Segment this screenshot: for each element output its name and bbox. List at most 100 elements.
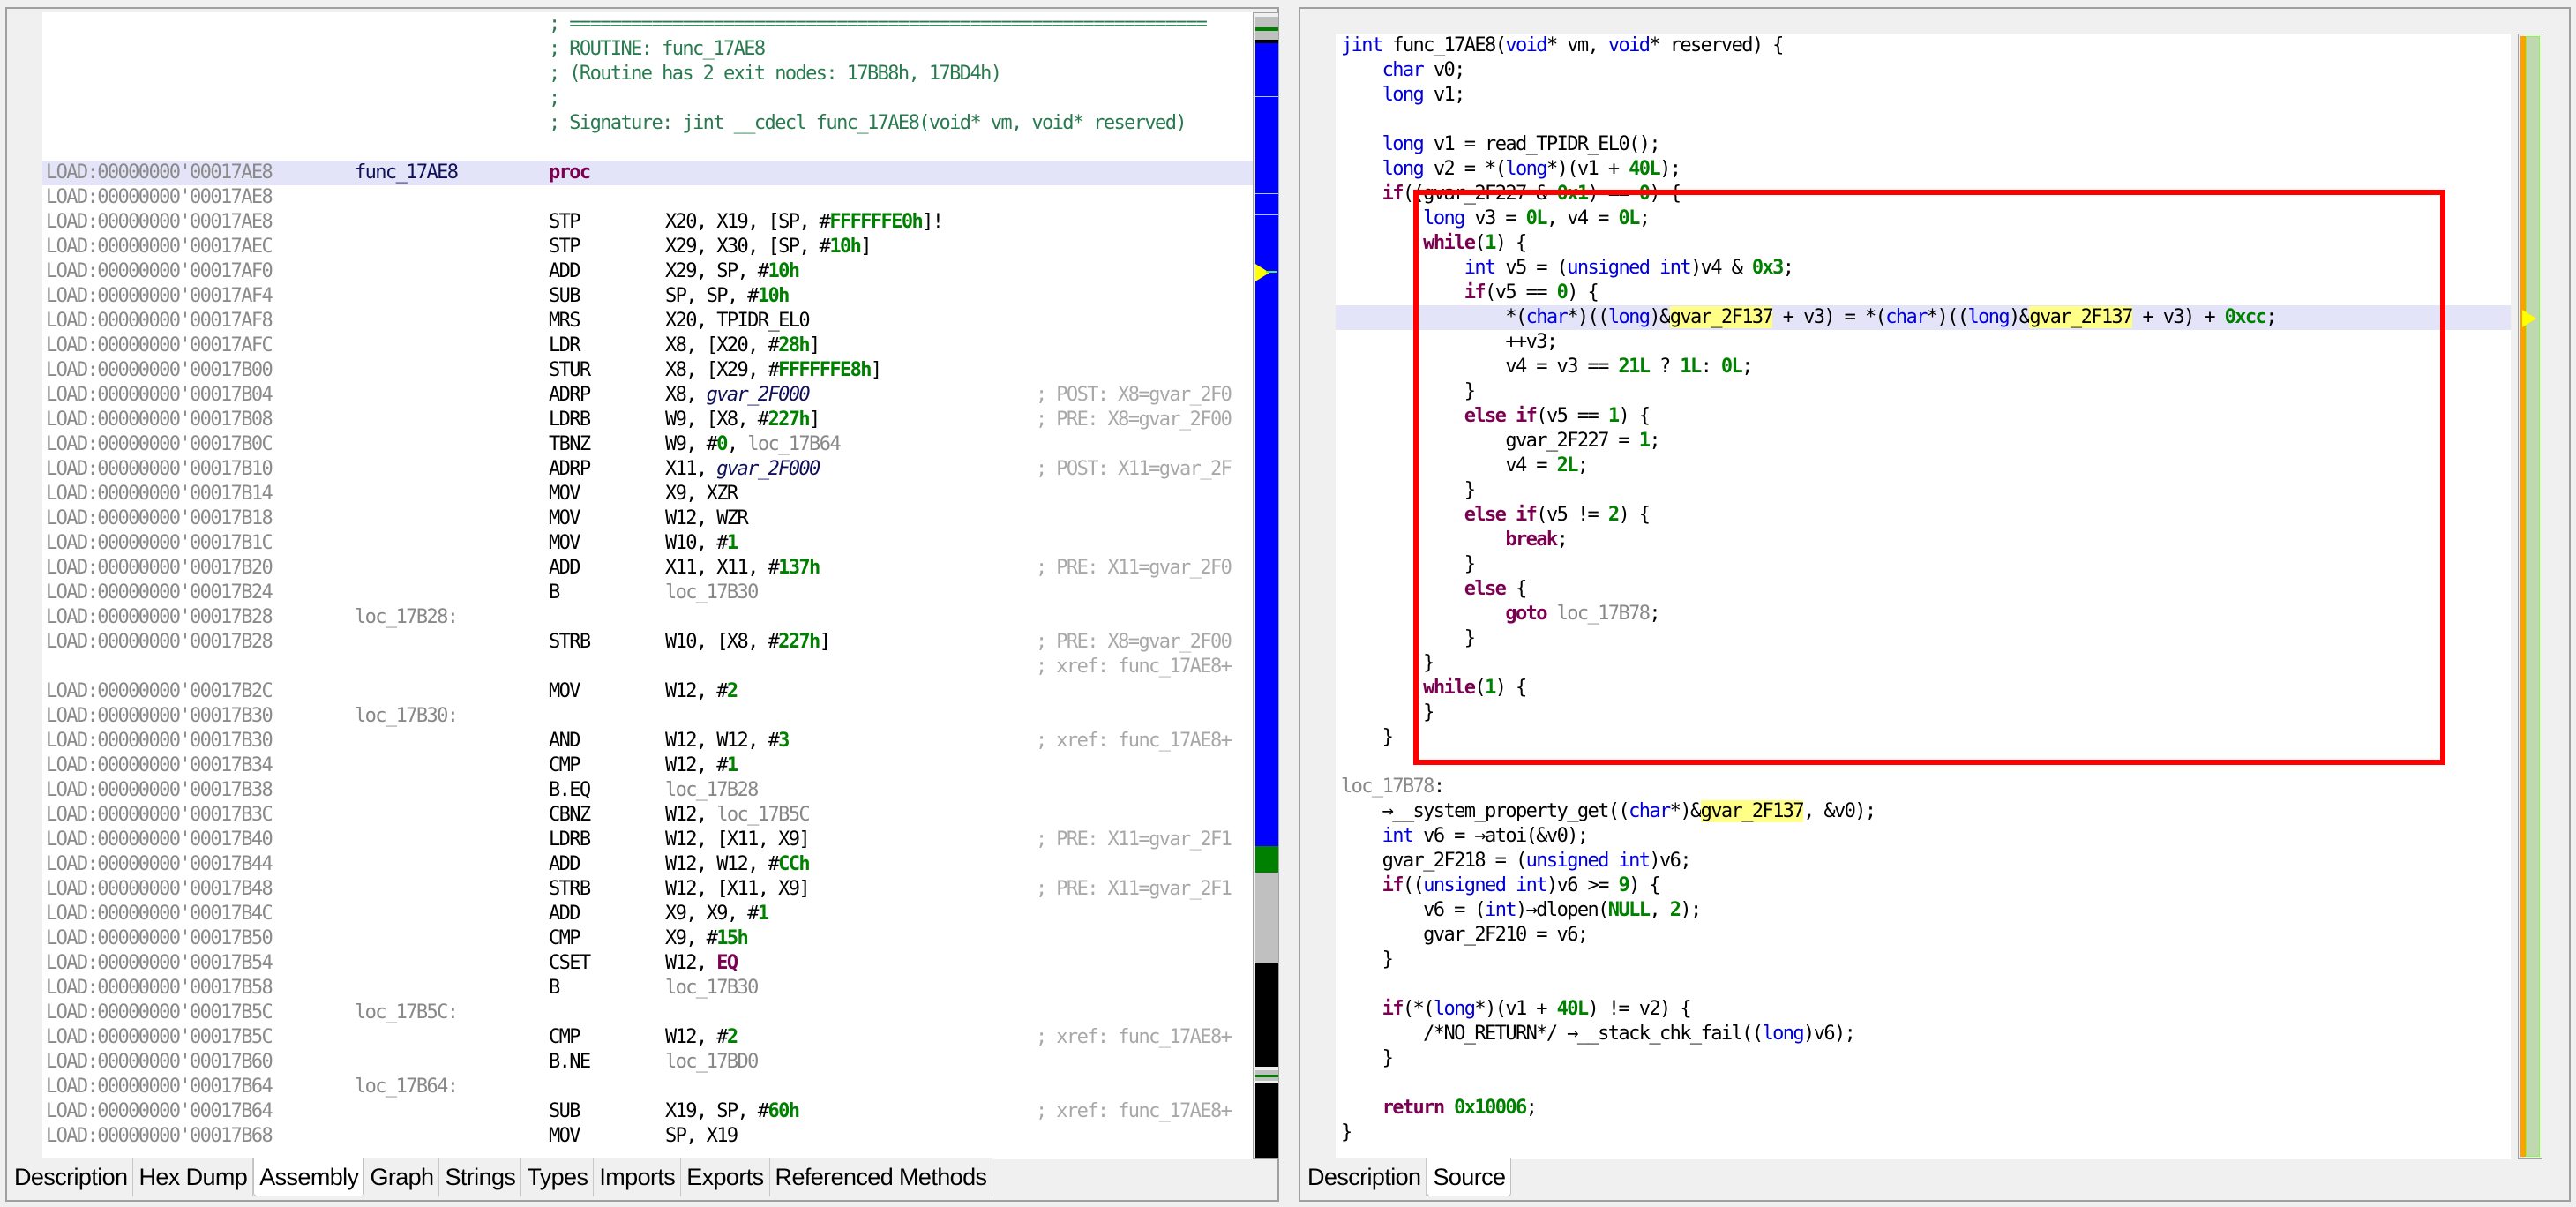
assembly-row[interactable]: LOAD:00000000'00017B0C TBNZ W9, #0, loc_17…	[42, 432, 1274, 457]
assembly-row[interactable]: LOAD:00000000'00017B48 STRB W12, [X11, X9]…	[42, 877, 1274, 902]
assembly-row[interactable]: LOAD:00000000'00017B30 AND W12, W12, #3 ; x…	[42, 729, 1274, 753]
assembly-row[interactable]: LOAD:00000000'00017AF8 MRS X20, TPIDR_EL0	[42, 309, 1274, 334]
assembly-row[interactable]: LOAD:00000000'00017B5C CMP W12, #2 ; xref: …	[42, 1025, 1274, 1050]
tab-source[interactable]: Source	[1427, 1158, 1512, 1196]
tab-imports[interactable]: Imports	[594, 1158, 682, 1196]
source-line[interactable]: ++v3;	[1336, 330, 2511, 355]
source-line[interactable]: }	[1336, 1121, 2511, 1145]
assembly-row[interactable]: LOAD:00000000'00017B64 SUB X19, SP, #60h ; …	[42, 1099, 1274, 1124]
assembly-row[interactable]: LOAD:00000000'00017B5C loc_17B5C:	[42, 1001, 1274, 1025]
source-line[interactable]: }	[1336, 626, 2511, 651]
operands[interactable]: X11, X11, #137h	[665, 556, 820, 581]
source-line[interactable]: long v1 = read_TPIDR_EL0();	[1336, 132, 2511, 157]
operands[interactable]: W12, WZR	[665, 506, 749, 531]
source-line[interactable]: else {	[1336, 577, 2511, 602]
source-line[interactable]: /*NO_RETURN*/ →__stack_chk_fail((long)v6…	[1336, 1022, 2511, 1046]
source-line[interactable]: gvar_2F218 = (unsigned int)v6;	[1336, 849, 2511, 873]
source-line[interactable]: *(char*)((long)&gvar_2F137 + v3) = *(cha…	[1336, 305, 2511, 330]
assembly-row[interactable]: LOAD:00000000'00017AF4 SUB SP, SP, #10h	[42, 284, 1274, 309]
label[interactable]: loc_17B5C:	[355, 1001, 459, 1025]
tab-types[interactable]: Types	[521, 1158, 595, 1196]
assembly-row[interactable]: LOAD:00000000'00017B00 STUR X8, [X29, #FFF…	[42, 358, 1274, 383]
source-line[interactable]: }	[1336, 948, 2511, 972]
operands[interactable]: loc_17B30	[665, 976, 759, 1001]
source-line[interactable]: }	[1336, 478, 2511, 503]
source-line[interactable]: v4 = v3 == 21L ? 1L: 0L;	[1336, 355, 2511, 379]
operands[interactable]: W12, [X11, X9]	[665, 877, 811, 902]
label[interactable]: loc_17B28:	[355, 605, 459, 630]
source-line[interactable]	[1336, 972, 2511, 997]
source-line[interactable]	[1336, 1071, 2511, 1096]
assembly-row[interactable]: LOAD:00000000'00017B40 LDRB W12, [X11, X9]…	[42, 828, 1274, 852]
operands[interactable]: W12, #2	[665, 679, 738, 704]
assembly-row[interactable]: LOAD:00000000'00017B50 CMP X9, #15h	[42, 926, 1274, 951]
label[interactable]: loc_17B64:	[355, 1075, 459, 1099]
assembly-row[interactable]: LOAD:00000000'00017B4C ADD X9, X9, #1	[42, 902, 1274, 926]
tab-description[interactable]: Description	[9, 1158, 134, 1196]
operands[interactable]: W12, loc_17B5C	[665, 803, 811, 828]
operands[interactable]: W12, W12, #CCh	[665, 852, 811, 877]
operands[interactable]: W10, [X8, #227h]	[665, 630, 831, 655]
operands[interactable]: SP, SP, #10h	[665, 284, 790, 309]
source-line[interactable]: if((gvar_2F227 & 0x1) == 0) {	[1336, 182, 2511, 206]
tab-assembly[interactable]: Assembly	[253, 1158, 365, 1196]
operands[interactable]: X8, [X29, #FFFFFFE8h]	[665, 358, 882, 383]
source-line[interactable]: break;	[1336, 528, 2511, 552]
operands[interactable]: W12, [X11, X9]	[665, 828, 811, 852]
source-line[interactable]: v4 = 2L;	[1336, 454, 2511, 478]
operands[interactable]: loc_17B28	[665, 778, 759, 803]
tab-graph[interactable]: Graph	[364, 1158, 440, 1196]
assembly-row[interactable]: LOAD:00000000'00017B18 MOV W12, WZR	[42, 506, 1274, 531]
operands[interactable]: W12, #1	[665, 753, 738, 778]
label[interactable]: loc_17B30:	[355, 704, 459, 729]
source-scrollbar[interactable]	[2518, 34, 2542, 1159]
assembly-row[interactable]: LOAD:00000000'00017AF0 ADD X29, SP, #10h	[42, 259, 1274, 284]
assembly-row[interactable]: LOAD:00000000'00017B10 ADRP X11, gvar_2F00…	[42, 457, 1274, 482]
source-line[interactable]: gvar_2F210 = v6;	[1336, 923, 2511, 948]
assembly-row[interactable]: LOAD:00000000'00017AE8 func_17AE8 proc	[42, 161, 1274, 185]
source-line[interactable]: int v5 = (unsigned int)v4 & 0x3;	[1336, 256, 2511, 281]
assembly-row[interactable]: LOAD:00000000'00017B3C CBNZ W12, loc_17B5C	[42, 803, 1274, 828]
operands[interactable]: X9, XZR	[665, 482, 738, 506]
scrollbar-thumb[interactable]	[2526, 36, 2540, 1157]
source-line[interactable]: }	[1336, 552, 2511, 577]
assembly-listing[interactable]: ; ======================================…	[42, 12, 1274, 1159]
assembly-row[interactable]: LOAD:00000000'00017B34 CMP W12, #1	[42, 753, 1274, 778]
source-line[interactable]: if(*(long*)(v1 + 40L) != v2) {	[1336, 997, 2511, 1022]
source-line[interactable]: long v2 = *(long*)(v1 + 40L);	[1336, 157, 2511, 182]
assembly-row[interactable]: LOAD:00000000'00017B64 loc_17B64:	[42, 1075, 1274, 1099]
current-position-marker-icon[interactable]	[1255, 264, 1269, 281]
operands[interactable]: X11, gvar_2F000	[665, 457, 820, 482]
assembly-row[interactable]: LOAD:00000000'00017AFC LDR X8, [X20, #28h]	[42, 334, 1274, 358]
operands[interactable]: SP, X19	[665, 1124, 738, 1149]
tab-strings[interactable]: Strings	[439, 1158, 522, 1196]
source-line[interactable]: while(1) {	[1336, 231, 2511, 256]
assembly-row[interactable]: LOAD:00000000'00017B08 LDRB W9, [X8, #227h…	[42, 408, 1274, 432]
source-line[interactable]: int v6 = →atoi(&v0);	[1336, 824, 2511, 849]
assembly-row[interactable]: LOAD:00000000'00017AEC STP X29, X30, [SP, …	[42, 235, 1274, 259]
source-line[interactable]: else if(v5 != 2) {	[1336, 503, 2511, 528]
assembly-row[interactable]: LOAD:00000000'00017B60 B.NE loc_17BD0	[42, 1050, 1274, 1075]
source-line[interactable]: while(1) {	[1336, 676, 2511, 701]
tab-exports[interactable]: Exports	[681, 1158, 770, 1196]
source-line[interactable]: goto loc_17B78;	[1336, 602, 2511, 626]
assembly-row[interactable]: ; xref: func_17AE8+	[42, 655, 1274, 679]
tab-description[interactable]: Description	[1302, 1158, 1427, 1196]
assembly-row[interactable]: LOAD:00000000'00017B44 ADD W12, W12, #CCh	[42, 852, 1274, 877]
operands[interactable]: X9, #15h	[665, 926, 749, 951]
operands[interactable]: X19, SP, #60h	[665, 1099, 800, 1124]
operands[interactable]: W10, #1	[665, 531, 738, 556]
operands[interactable]: W12, W12, #3	[665, 729, 790, 753]
assembly-row[interactable]: LOAD:00000000'00017B20 ADD X11, X11, #137h…	[42, 556, 1274, 581]
assembly-row[interactable]: LOAD:00000000'00017B58 Bloc_17B30	[42, 976, 1274, 1001]
assembly-row[interactable]: LOAD:00000000'00017B1C MOV W10, #1	[42, 531, 1274, 556]
source-line[interactable]: gvar_2F227 = 1;	[1336, 429, 2511, 454]
source-line[interactable]: if(v5 == 0) {	[1336, 281, 2511, 305]
assembly-row[interactable]: LOAD:00000000'00017B68 MOV SP, X19	[42, 1124, 1274, 1149]
source-line[interactable]: v6 = (int)→dlopen(NULL, 2);	[1336, 898, 2511, 923]
operands[interactable]: W9, [X8, #227h]	[665, 408, 820, 432]
navigation-overview-bar[interactable]	[1253, 12, 1279, 1159]
assembly-row[interactable]: LOAD:00000000'00017B38 B.EQ loc_17B28	[42, 778, 1274, 803]
operands[interactable]: loc_17B30	[665, 581, 759, 605]
source-line[interactable]: }	[1336, 651, 2511, 676]
